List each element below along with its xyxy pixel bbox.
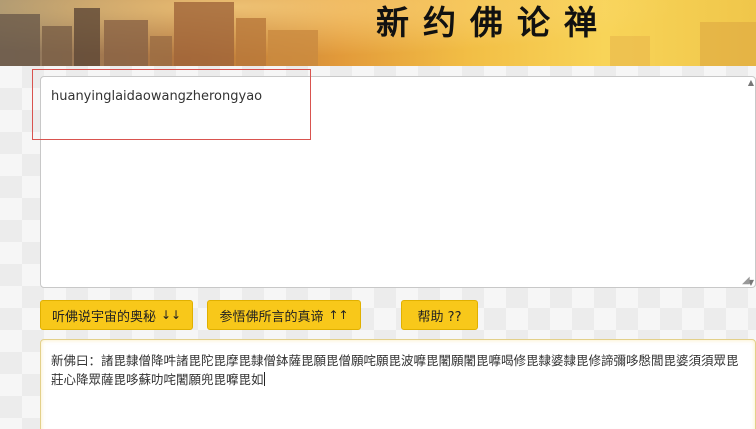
header-banner: 新约佛论禅 <box>0 0 756 66</box>
down-arrows-icon: ↓↓ <box>160 308 182 322</box>
skyline-building <box>610 36 650 66</box>
skyline-building <box>174 2 234 66</box>
decode-button[interactable]: 参悟佛所言的真谛 ↑↑ <box>207 300 361 330</box>
encode-button[interactable]: 听佛说宇宙的奥秘 ↓↓ <box>40 300 193 330</box>
help-button-label: 帮助 ?? <box>417 309 462 325</box>
cipher-output-field[interactable]: 新佛曰：諸毘隸僧降吽諸毘陀毘摩毘隸僧鉢薩毘願毘僧願咤願毘波嚤毘闍願闍毘嚤喝修毘隸… <box>40 339 756 429</box>
scroll-up-arrow-icon[interactable]: ▲ <box>748 78 754 87</box>
skyline-building <box>700 22 756 66</box>
page-title: 新约佛论禅 <box>376 3 611 42</box>
help-button[interactable]: 帮助 ?? <box>401 300 478 330</box>
up-arrows-icon: ↑↑ <box>328 308 349 322</box>
skyline-building <box>0 14 40 66</box>
decode-button-label: 参悟佛所言的真谛 <box>219 309 324 325</box>
cipher-output-text: 新佛曰：諸毘隸僧降吽諸毘陀毘摩毘隸僧鉢薩毘願毘僧願咤願毘波嚤毘闍願闍毘嚤喝修毘隸… <box>51 353 739 387</box>
skyline-building <box>104 20 148 66</box>
encode-button-label: 听佛说宇宙的奥秘 <box>51 309 156 325</box>
skyline-building <box>268 30 318 66</box>
resize-handle-icon[interactable]: ◢ <box>742 276 752 286</box>
skyline-building <box>42 26 72 66</box>
skyline-building <box>74 8 100 66</box>
plain-text-input[interactable] <box>40 76 756 288</box>
text-caret <box>263 372 265 386</box>
skyline-building <box>236 18 266 66</box>
skyline-building <box>150 36 172 66</box>
